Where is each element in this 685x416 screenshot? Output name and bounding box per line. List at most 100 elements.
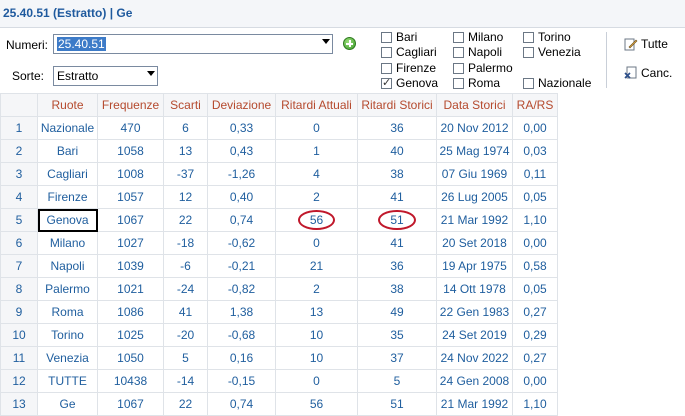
cell-scarti[interactable]: -20 bbox=[163, 323, 208, 347]
cell-ritardi-storici[interactable]: 37 bbox=[357, 346, 437, 370]
cell-data-storici[interactable]: 24 Nov 2022 bbox=[436, 346, 513, 370]
cell-ritardi-storici[interactable]: 35 bbox=[357, 323, 437, 347]
checkbox-box[interactable] bbox=[523, 77, 534, 89]
cell-ra-rs[interactable]: 0,03 bbox=[512, 139, 558, 163]
cell-data-storici[interactable]: 20 Nov 2012 bbox=[436, 116, 513, 140]
cell-ritardi-storici[interactable]: 49 bbox=[357, 300, 437, 324]
table-row[interactable]: 10 Torino 1025 -20 -0,68 10 35 24 Set 2019 0,29 bbox=[0, 323, 558, 347]
cell-ritardi-attuali[interactable]: 1 bbox=[275, 139, 358, 163]
cell-scarti[interactable]: 22 bbox=[163, 392, 208, 416]
cell-ritardi-storici[interactable]: 36 bbox=[357, 116, 437, 140]
cell-ruota[interactable]: Bari bbox=[37, 139, 98, 163]
col-ritardi-attuali[interactable]: Ritardi Attuali bbox=[275, 93, 358, 117]
cell-ra-rs[interactable]: 0,00 bbox=[512, 116, 558, 140]
canc-button[interactable]: Canc. bbox=[624, 66, 672, 80]
cell-frequenze[interactable]: 1021 bbox=[97, 277, 164, 301]
cell-ritardi-storici[interactable]: 41 bbox=[357, 231, 437, 255]
cell-frequenze[interactable]: 1067 bbox=[97, 392, 164, 416]
cell-ra-rs[interactable]: 0,05 bbox=[512, 277, 558, 301]
col-scarti[interactable]: Scarti bbox=[163, 93, 208, 117]
numeri-value[interactable]: 25.40.51 bbox=[57, 37, 106, 51]
cell-ruota[interactable]: Genova bbox=[37, 208, 98, 232]
cell-ra-rs[interactable]: 0,27 bbox=[512, 300, 558, 324]
row-number[interactable]: 5 bbox=[0, 208, 38, 232]
cell-ritardi-attuali[interactable]: 10 bbox=[275, 346, 358, 370]
cell-deviazione[interactable]: 1,38 bbox=[207, 300, 276, 324]
checkbox-box[interactable] bbox=[453, 77, 464, 89]
cell-data-storici[interactable]: 14 Ott 1978 bbox=[436, 277, 513, 301]
cell-frequenze[interactable]: 10438 bbox=[97, 369, 164, 393]
cell-deviazione[interactable]: -0,21 bbox=[207, 254, 276, 278]
cell-ra-rs[interactable]: 0,29 bbox=[512, 323, 558, 347]
cell-deviazione[interactable]: 0,40 bbox=[207, 185, 276, 209]
cell-ritardi-attuali[interactable]: 0 bbox=[275, 369, 358, 393]
cell-ruota[interactable]: Torino bbox=[37, 323, 98, 347]
cell-ruota[interactable]: Firenze bbox=[37, 185, 98, 209]
cell-deviazione[interactable]: 0,33 bbox=[207, 116, 276, 140]
table-row[interactable]: 7 Napoli 1039 -6 -0,21 21 36 19 Apr 1975 0,58 bbox=[0, 254, 558, 278]
checkbox-box[interactable] bbox=[381, 31, 392, 43]
cell-data-storici[interactable]: 21 Mar 1992 bbox=[436, 208, 513, 232]
cell-ritardi-storici[interactable]: 41 bbox=[357, 185, 437, 209]
cell-data-storici[interactable]: 24 Set 2019 bbox=[436, 323, 513, 347]
cell-scarti[interactable]: -14 bbox=[163, 369, 208, 393]
checkbox-bari[interactable]: Bari bbox=[381, 30, 417, 44]
chevron-down-icon[interactable] bbox=[322, 39, 330, 44]
tutte-button[interactable]: Tutte bbox=[624, 37, 668, 51]
row-number[interactable]: 12 bbox=[0, 369, 38, 393]
table-row[interactable]: 2 Bari 1058 13 0,43 1 40 25 Mag 1974 0,03 bbox=[0, 139, 558, 163]
table-row[interactable]: 6 Milano 1027 -18 -0,62 0 41 20 Set 2018 0,00 bbox=[0, 231, 558, 255]
cell-ritardi-attuali[interactable]: 10 bbox=[275, 323, 358, 347]
checkbox-firenze[interactable]: Firenze bbox=[381, 61, 436, 75]
cell-ruota[interactable]: Cagliari bbox=[37, 162, 98, 186]
cell-ruota[interactable]: Palermo bbox=[37, 277, 98, 301]
col-ritardi-storici[interactable]: Ritardi Storici bbox=[357, 93, 437, 117]
cell-ritardi-attuali[interactable]: 56 bbox=[275, 392, 358, 416]
cell-ritardi-attuali[interactable]: 2 bbox=[275, 277, 358, 301]
cell-deviazione[interactable]: -0,15 bbox=[207, 369, 276, 393]
checkbox-palermo[interactable]: Palermo bbox=[453, 61, 513, 75]
row-number[interactable]: 1 bbox=[0, 116, 38, 140]
cell-ritardi-attuali[interactable]: 2 bbox=[275, 185, 358, 209]
cell-data-storici[interactable]: 26 Lug 2005 bbox=[436, 185, 513, 209]
cell-ra-rs[interactable]: 0,00 bbox=[512, 231, 558, 255]
checkbox-torino[interactable]: Torino bbox=[523, 30, 571, 44]
table-row[interactable]: 4 Firenze 1057 12 0,40 2 41 26 Lug 2005 0,05 bbox=[0, 185, 558, 209]
cell-ritardi-storici[interactable]: 51 bbox=[357, 392, 437, 416]
cell-frequenze[interactable]: 1027 bbox=[97, 231, 164, 255]
cell-deviazione[interactable]: -0,62 bbox=[207, 231, 276, 255]
cell-scarti[interactable]: 6 bbox=[163, 116, 208, 140]
cell-scarti[interactable]: 12 bbox=[163, 185, 208, 209]
cell-ra-rs[interactable]: 0,27 bbox=[512, 346, 558, 370]
cell-frequenze[interactable]: 1057 bbox=[97, 185, 164, 209]
cell-ritardi-storici[interactable]: 5 bbox=[357, 369, 437, 393]
col-frequenze[interactable]: Frequenze bbox=[97, 93, 164, 117]
checkbox-box[interactable] bbox=[523, 31, 534, 43]
cell-ruota[interactable]: Milano bbox=[37, 231, 98, 255]
row-number[interactable]: 4 bbox=[0, 185, 38, 209]
checkbox-box[interactable] bbox=[453, 46, 464, 58]
checkbox-roma[interactable]: Roma bbox=[453, 76, 500, 90]
cell-ritardi-storici[interactable]: 38 bbox=[357, 277, 437, 301]
cell-scarti[interactable]: 22 bbox=[163, 208, 208, 232]
checkbox-box[interactable] bbox=[381, 46, 392, 58]
row-number[interactable]: 6 bbox=[0, 231, 38, 255]
cell-ruota[interactable]: Ge bbox=[37, 392, 98, 416]
cell-ritardi-attuali[interactable]: 13 bbox=[275, 300, 358, 324]
cell-ritardi-attuali[interactable]: 0 bbox=[275, 231, 358, 255]
cell-deviazione[interactable]: -0,82 bbox=[207, 277, 276, 301]
cell-ruota[interactable]: Venezia bbox=[37, 346, 98, 370]
cell-ritardi-storici[interactable]: 51 bbox=[357, 208, 437, 232]
col-deviazione[interactable]: Deviazione bbox=[207, 93, 276, 117]
cell-ra-rs[interactable]: 1,10 bbox=[512, 392, 558, 416]
row-number[interactable]: 13 bbox=[0, 392, 38, 416]
cell-ruota[interactable]: TUTTE bbox=[37, 369, 98, 393]
cell-scarti[interactable]: 13 bbox=[163, 139, 208, 163]
table-row[interactable]: 5 Genova 1067 22 0,74 56 51 21 Mar 1992 1,10 bbox=[0, 208, 558, 232]
cell-ritardi-attuali[interactable]: 0 bbox=[275, 116, 358, 140]
cell-ritardi-storici[interactable]: 38 bbox=[357, 162, 437, 186]
checkbox-box[interactable] bbox=[523, 46, 534, 58]
numeri-combo[interactable]: 25.40.51 bbox=[53, 34, 333, 54]
checkbox-box[interactable] bbox=[381, 76, 392, 89]
cell-deviazione[interactable]: 0,16 bbox=[207, 346, 276, 370]
